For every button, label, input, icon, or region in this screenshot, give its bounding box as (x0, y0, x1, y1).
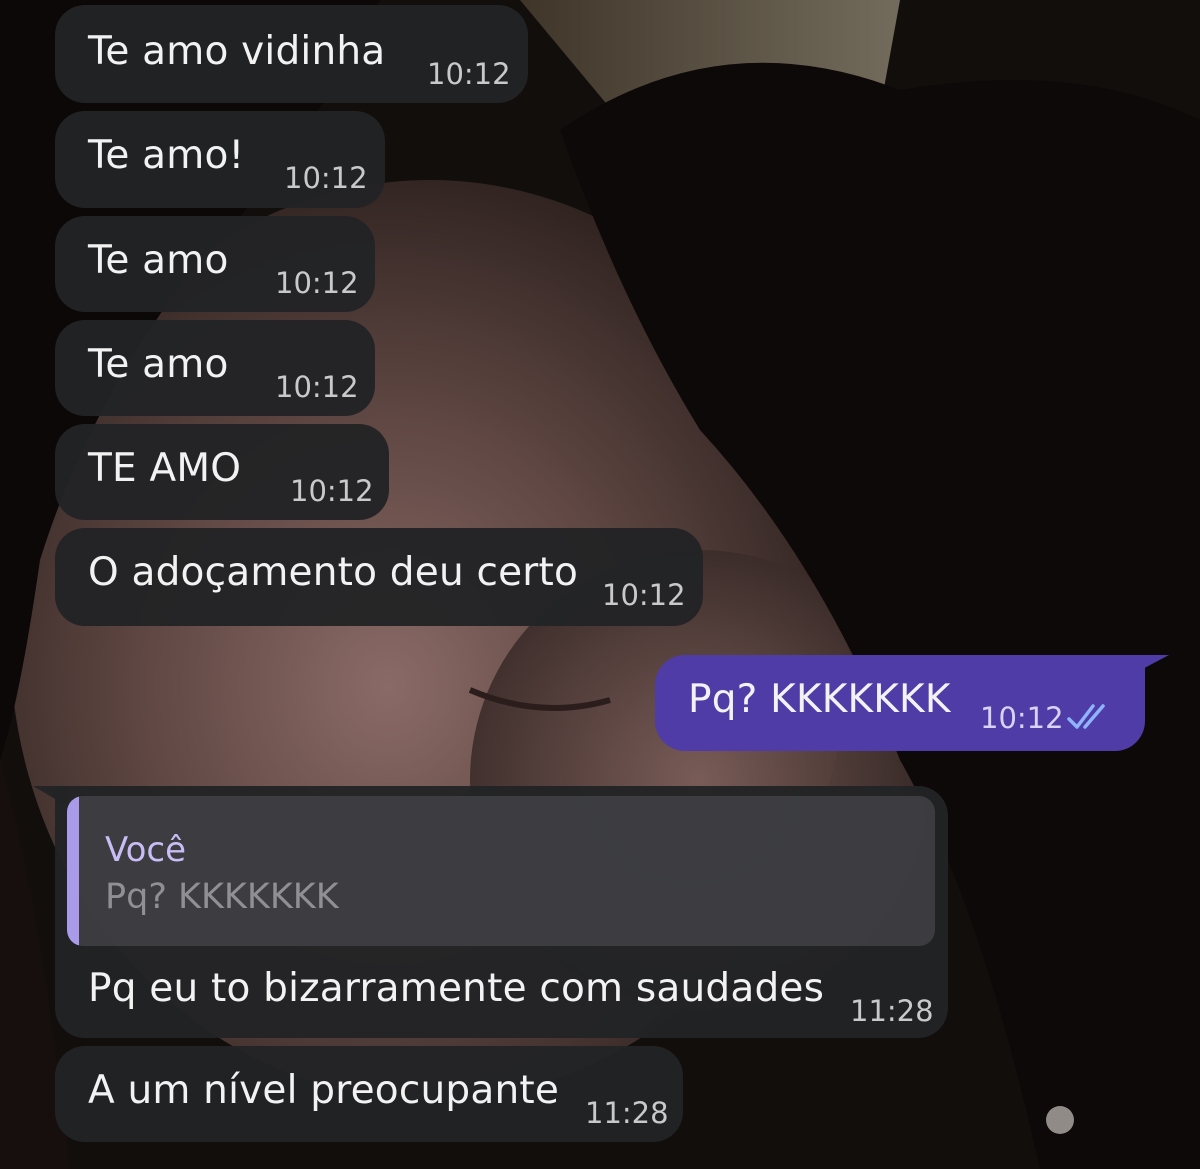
outgoing-message-bubble[interactable]: Pq? KKKKKKK 10:12 (655, 655, 1145, 751)
message-timestamp: 10:12 (427, 57, 511, 91)
message-text: Te amo! (88, 133, 245, 178)
message-text: Pq eu to bizarramente com saudades (88, 966, 825, 1011)
message-text: O adoçamento deu certo (88, 550, 579, 595)
quoted-author: Você (105, 830, 187, 870)
message-text: Te amo vidinha (88, 29, 386, 74)
quoted-message[interactable]: Você Pq? KKKKKKK (67, 796, 935, 946)
message-text: Pq? KKKKKKK (688, 677, 951, 722)
reply-message-bubble[interactable]: Você Pq? KKKKKKK Pq eu to bizarramente c… (55, 786, 948, 1038)
message-timestamp: 11:28 (850, 994, 934, 1028)
message-text: TE AMO (88, 446, 242, 491)
message-bubble[interactable]: O adoçamento deu certo 10:12 (55, 528, 703, 626)
quoted-text: Pq? KKKKKKK (105, 877, 339, 917)
message-timestamp: 10:12 (602, 578, 686, 612)
message-bubble[interactable]: Te amo vidinha 10:12 (55, 5, 528, 103)
message-timestamp: 10:12 (275, 370, 359, 404)
quote-accent-bar (67, 796, 79, 946)
double-check-read-icon (1067, 704, 1105, 729)
message-text: A um nível preocupante (88, 1068, 560, 1113)
message-text: Te amo (88, 238, 229, 283)
message-bubble[interactable]: TE AMO 10:12 (55, 424, 389, 520)
message-bubble[interactable]: Te amo 10:12 (55, 216, 375, 312)
message-timestamp: 10:12 (284, 161, 368, 195)
outgoing-bubble-tail (1135, 655, 1169, 673)
message-bubble[interactable]: Te amo 10:12 (55, 320, 375, 416)
message-timestamp: 10:12 (290, 474, 374, 508)
message-timestamp: 10:12 (980, 701, 1064, 735)
message-text: Te amo (88, 342, 229, 387)
message-timestamp: 11:28 (585, 1096, 669, 1130)
message-timestamp: 10:12 (275, 266, 359, 300)
message-bubble[interactable]: Te amo! 10:12 (55, 111, 385, 208)
message-bubble[interactable]: A um nível preocupante 11:28 (55, 1046, 683, 1142)
